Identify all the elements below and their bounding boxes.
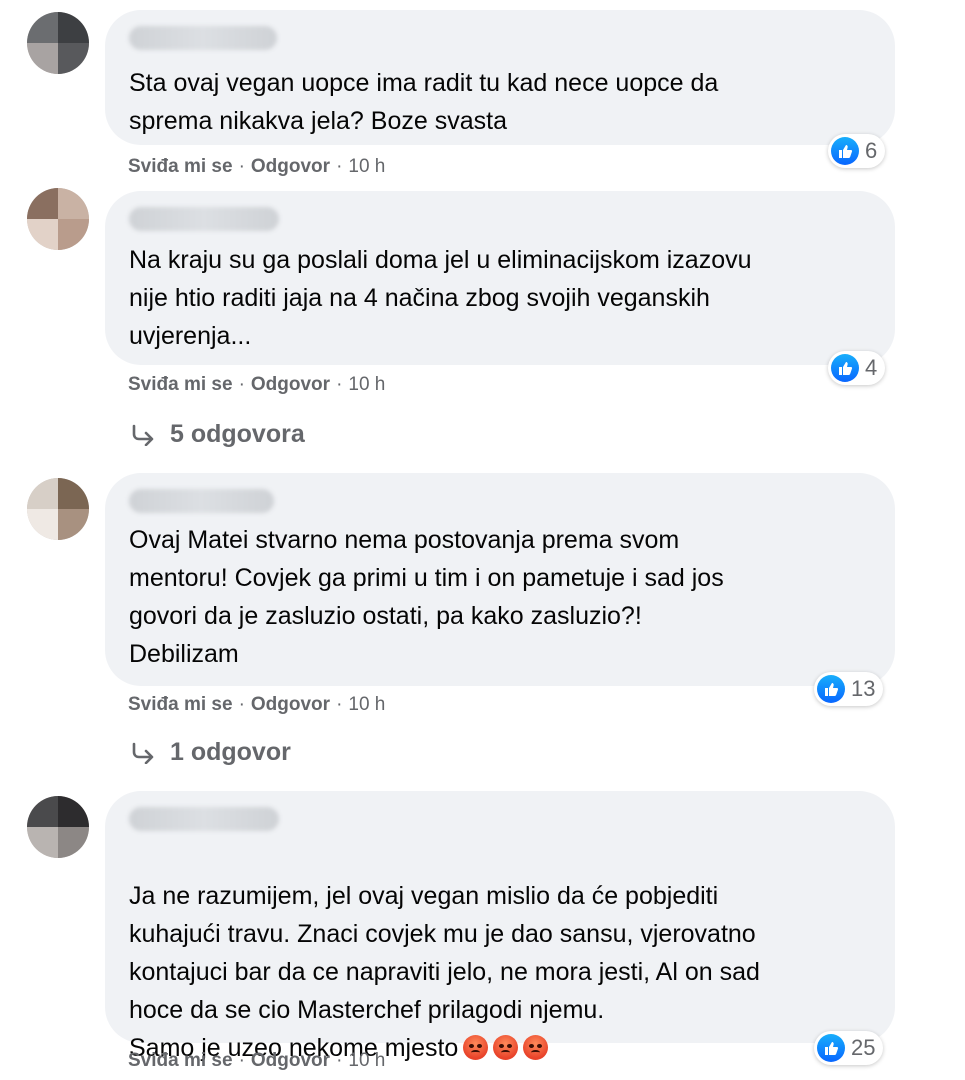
reaction-summary[interactable]: 25 (814, 1031, 884, 1065)
comment-text: Na kraju su ga poslali doma jel u elimin… (129, 246, 752, 350)
avatar[interactable] (27, 12, 89, 74)
like-thumb-icon (817, 1034, 845, 1062)
view-replies-link[interactable]: 1 odgovor (130, 738, 291, 767)
author-name-blurred[interactable] (129, 807, 279, 831)
reply-link[interactable]: Odgovor (251, 694, 330, 715)
comment-text: Ja ne razumijem, jel ovaj vegan mislio d… (129, 839, 867, 1067)
angry-face-emoji (523, 1035, 549, 1060)
timestamp[interactable]: 10 h (348, 156, 385, 177)
comment-bubble: Na kraju su ga poslali doma jel u elimin… (105, 191, 895, 365)
comment-actions: Sviđa mi se · Odgovor · 10 h (128, 694, 386, 715)
comment-bubble: Ja ne razumijem, jel ovaj vegan mislio d… (105, 791, 895, 1062)
reply-link[interactable]: Odgovor (251, 374, 330, 395)
author-name-blurred[interactable] (129, 207, 279, 231)
reaction-summary[interactable]: 4 (828, 351, 886, 385)
view-replies-link[interactable]: 5 odgovora (130, 420, 305, 449)
reply-link[interactable]: Odgovor (251, 1050, 330, 1071)
like-link[interactable]: Sviđa mi se (128, 156, 233, 177)
comment-bubble: Ovaj Matei stvarno nema postovanja prema… (105, 473, 895, 686)
reaction-count: 25 (851, 1035, 876, 1060)
reaction-count: 4 (865, 355, 878, 380)
like-link[interactable]: Sviđa mi se (128, 694, 233, 715)
like-thumb-icon (831, 137, 859, 165)
avatar[interactable] (27, 796, 89, 858)
angry-face-emoji (463, 1035, 489, 1060)
like-link[interactable]: Sviđa mi se (128, 1050, 233, 1071)
reply-arrow-icon (130, 742, 156, 764)
comment-text: Ovaj Matei stvarno nema postovanja prema… (129, 526, 724, 668)
author-name-blurred[interactable] (129, 26, 277, 50)
reply-link[interactable]: Odgovor (251, 156, 330, 177)
comment-actions: Sviđa mi se · Odgovor · 10 h (128, 156, 386, 177)
avatar[interactable] (27, 188, 89, 250)
replies-count-label: 1 odgovor (170, 738, 291, 766)
comment-actions: Sviđa mi se · Odgovor · 10 h (128, 374, 386, 395)
reply-arrow-icon (130, 424, 156, 446)
timestamp[interactable]: 10 h (348, 374, 385, 395)
reaction-summary[interactable]: 6 (828, 134, 886, 168)
replies-count-label: 5 odgovora (170, 420, 305, 448)
comment-text: Sta ovaj vegan uopce ima radit tu kad ne… (129, 69, 719, 135)
angry-face-emoji (493, 1035, 519, 1060)
reaction-count: 6 (865, 138, 878, 163)
like-thumb-icon (831, 354, 859, 382)
comment-actions: Sviđa mi se · Odgovor · 10 h (128, 1050, 386, 1071)
like-link[interactable]: Sviđa mi se (128, 374, 233, 395)
avatar[interactable] (27, 478, 89, 540)
reaction-summary[interactable]: 13 (814, 672, 884, 706)
reaction-count: 13 (851, 676, 876, 701)
author-name-blurred[interactable] (129, 489, 274, 513)
comment-text-body: Ja ne razumijem, jel ovaj vegan mislio d… (129, 882, 760, 1062)
timestamp[interactable]: 10 h (348, 694, 385, 715)
comment-bubble: Sta ovaj vegan uopce ima radit tu kad ne… (105, 10, 895, 145)
like-thumb-icon (817, 675, 845, 703)
timestamp[interactable]: 10 h (348, 1050, 385, 1071)
